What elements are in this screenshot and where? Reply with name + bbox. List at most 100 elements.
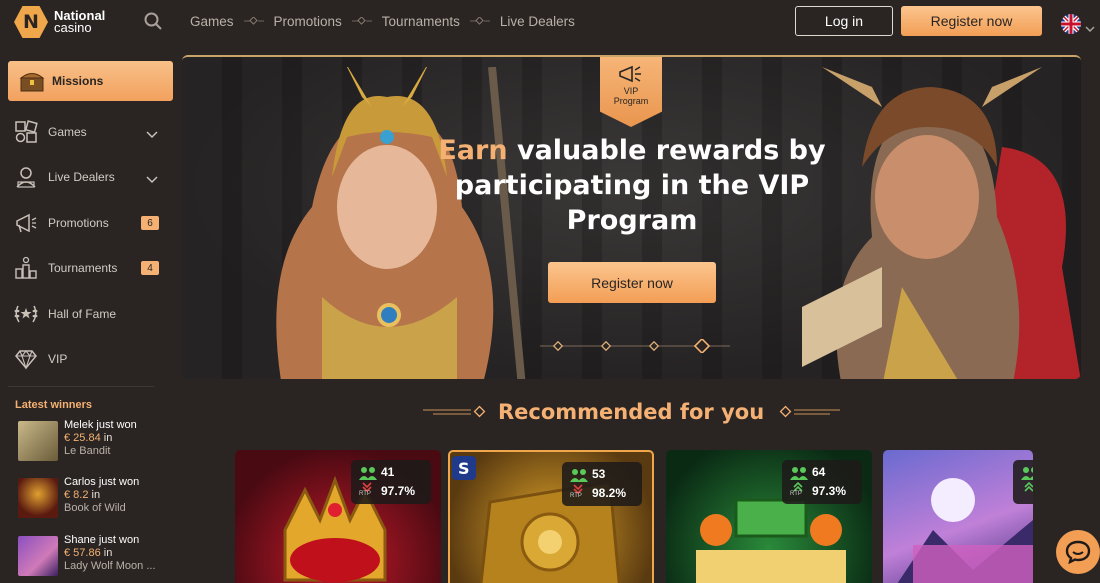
rtp-value: 98.2% bbox=[592, 486, 627, 500]
winner-text: Melek just won € 25.84 in Le Bandit bbox=[64, 419, 137, 458]
winner-name: Carlos just won bbox=[64, 476, 140, 488]
title-ornament-right-icon bbox=[779, 405, 840, 418]
chevron-down-icon[interactable] bbox=[146, 126, 158, 144]
podium-icon bbox=[12, 254, 40, 282]
game-thumbnail bbox=[18, 421, 58, 461]
header: N National casino Games Promotions Tourn… bbox=[0, 0, 1100, 44]
latest-winners-title: Latest winners bbox=[15, 399, 93, 411]
svg-text:S: S bbox=[458, 459, 470, 478]
nav-separator-icon bbox=[460, 17, 500, 25]
winner-item[interactable]: Shane just won € 57.86 in Lady Wolf Moon… bbox=[18, 534, 178, 578]
hero-register-button[interactable]: Register now bbox=[548, 262, 716, 303]
winner-item[interactable]: Melek just won € 25.84 in Le Bandit bbox=[18, 419, 178, 463]
provider-logo-icon: S bbox=[452, 456, 476, 480]
register-button[interactable]: Register now bbox=[901, 6, 1042, 36]
vip-hero-banner[interactable]: VIP Program Earn valuable rewards by part… bbox=[182, 55, 1081, 379]
games-icon bbox=[12, 118, 40, 146]
winner-item[interactable]: Carlos just won € 8.2 in Book of Wild bbox=[18, 476, 178, 520]
recommended-title: Recommended for you bbox=[498, 400, 765, 424]
players-icon bbox=[790, 467, 808, 480]
game-stats-box: 53 RTP 98.2% bbox=[562, 462, 642, 506]
winner-amount: € 57.86 bbox=[64, 547, 101, 559]
promotions-count-badge: 6 bbox=[141, 216, 159, 230]
rtp-value: 97.7% bbox=[381, 484, 416, 498]
sidebar-item-label: VIP bbox=[48, 352, 68, 366]
players-count: 41 bbox=[381, 465, 395, 479]
vip-badge-line2: Program bbox=[613, 96, 649, 106]
uk-flag-icon[interactable] bbox=[1061, 14, 1081, 34]
main-nav: Games Promotions Tournaments Live Dealer… bbox=[190, 0, 575, 42]
treasure-chest-icon bbox=[12, 69, 52, 93]
game-card[interactable] bbox=[883, 450, 1033, 583]
players-icon bbox=[1021, 467, 1033, 480]
logo-line2: casino bbox=[54, 20, 92, 35]
rtp-up-arrow-icon bbox=[1024, 482, 1033, 492]
winner-game: Book of Wild bbox=[64, 502, 126, 514]
sidebar-item-tournaments[interactable]: Tournaments 4 bbox=[12, 253, 162, 283]
hero-title-accent: Earn bbox=[438, 135, 508, 166]
game-stats-box bbox=[1013, 460, 1033, 504]
nav-separator-icon bbox=[342, 17, 382, 25]
sidebar: Missions Games Live Dealers Promotions 6… bbox=[0, 54, 180, 583]
game-card[interactable]: 64 RTP 97.3% bbox=[666, 450, 872, 583]
brand-logo[interactable]: N National casino bbox=[14, 5, 105, 39]
winner-in: in bbox=[103, 547, 113, 559]
sidebar-item-live-dealers[interactable]: Live Dealers bbox=[12, 162, 162, 192]
vip-badge-line1: VIP bbox=[623, 86, 639, 96]
megaphone-icon bbox=[619, 65, 641, 83]
rtp-label: RTP bbox=[359, 491, 371, 497]
hero-title: Earn valuable rewards by participating i… bbox=[437, 133, 827, 238]
vip-badge-text: VIP Program bbox=[614, 86, 649, 106]
live-dealers-icon bbox=[12, 163, 40, 191]
game-card[interactable]: S 53 RTP 98.2% bbox=[448, 450, 654, 583]
game-thumbnail bbox=[18, 478, 58, 518]
search-icon[interactable] bbox=[143, 11, 163, 31]
chevron-down-icon[interactable] bbox=[1085, 19, 1095, 37]
sidebar-item-promotions[interactable]: Promotions 6 bbox=[12, 208, 162, 238]
game-card[interactable]: 41 RTP 97.7% bbox=[235, 450, 441, 583]
carousel-dots[interactable] bbox=[540, 339, 730, 353]
moon-guardian-game-art bbox=[897, 478, 1033, 583]
chat-button[interactable] bbox=[1056, 530, 1100, 574]
logo-badge: N bbox=[14, 6, 48, 38]
players-count: 64 bbox=[812, 465, 826, 479]
winner-in: in bbox=[91, 489, 101, 501]
sidebar-item-label: Promotions bbox=[48, 216, 109, 230]
winner-game: Le Bandit bbox=[64, 445, 111, 457]
nav-games[interactable]: Games bbox=[190, 14, 234, 29]
tournaments-count-badge: 4 bbox=[141, 261, 159, 275]
diamond-icon bbox=[12, 345, 40, 373]
nav-tournaments[interactable]: Tournaments bbox=[382, 14, 460, 29]
missions-button[interactable]: Missions bbox=[8, 61, 173, 101]
game-stats-box: 41 RTP 97.7% bbox=[351, 460, 431, 504]
sidebar-item-vip[interactable]: VIP bbox=[12, 344, 162, 374]
title-ornament-left-icon bbox=[423, 405, 486, 418]
laurel-icon bbox=[12, 300, 40, 328]
sidebar-item-label: Tournaments bbox=[48, 261, 118, 275]
login-button[interactable]: Log in bbox=[795, 6, 893, 36]
winner-amount: € 8.2 bbox=[64, 489, 89, 501]
logo-letter: N bbox=[23, 11, 39, 33]
sidebar-item-label: Live Dealers bbox=[48, 170, 115, 184]
sidebar-item-label: Hall of Fame bbox=[48, 307, 117, 321]
players-icon bbox=[570, 469, 588, 482]
logo-text: National casino bbox=[54, 9, 105, 35]
players-count: 53 bbox=[592, 467, 606, 481]
winner-text: Shane just won € 57.86 in Lady Wolf Moon… bbox=[64, 534, 156, 573]
winner-name: Shane just won bbox=[64, 534, 140, 546]
winner-in: in bbox=[103, 432, 113, 444]
nav-promotions[interactable]: Promotions bbox=[274, 14, 342, 29]
sidebar-item-label: Games bbox=[48, 125, 87, 139]
winner-text: Carlos just won € 8.2 in Book of Wild bbox=[64, 476, 139, 515]
sidebar-item-hall-of-fame[interactable]: Hall of Fame bbox=[12, 299, 162, 329]
chat-icon bbox=[1065, 540, 1091, 564]
nav-live-dealers[interactable]: Live Dealers bbox=[500, 14, 575, 29]
rtp-label: RTP bbox=[790, 491, 802, 497]
sidebar-item-games[interactable]: Games bbox=[12, 117, 162, 147]
nav-separator-icon bbox=[234, 17, 274, 25]
game-stats-box: 64 RTP 97.3% bbox=[782, 460, 862, 504]
chevron-down-icon[interactable] bbox=[146, 171, 158, 189]
winner-name: Melek just won bbox=[64, 419, 137, 431]
rtp-value: 97.3% bbox=[812, 484, 847, 498]
winner-game: Lady Wolf Moon ... bbox=[64, 560, 156, 572]
